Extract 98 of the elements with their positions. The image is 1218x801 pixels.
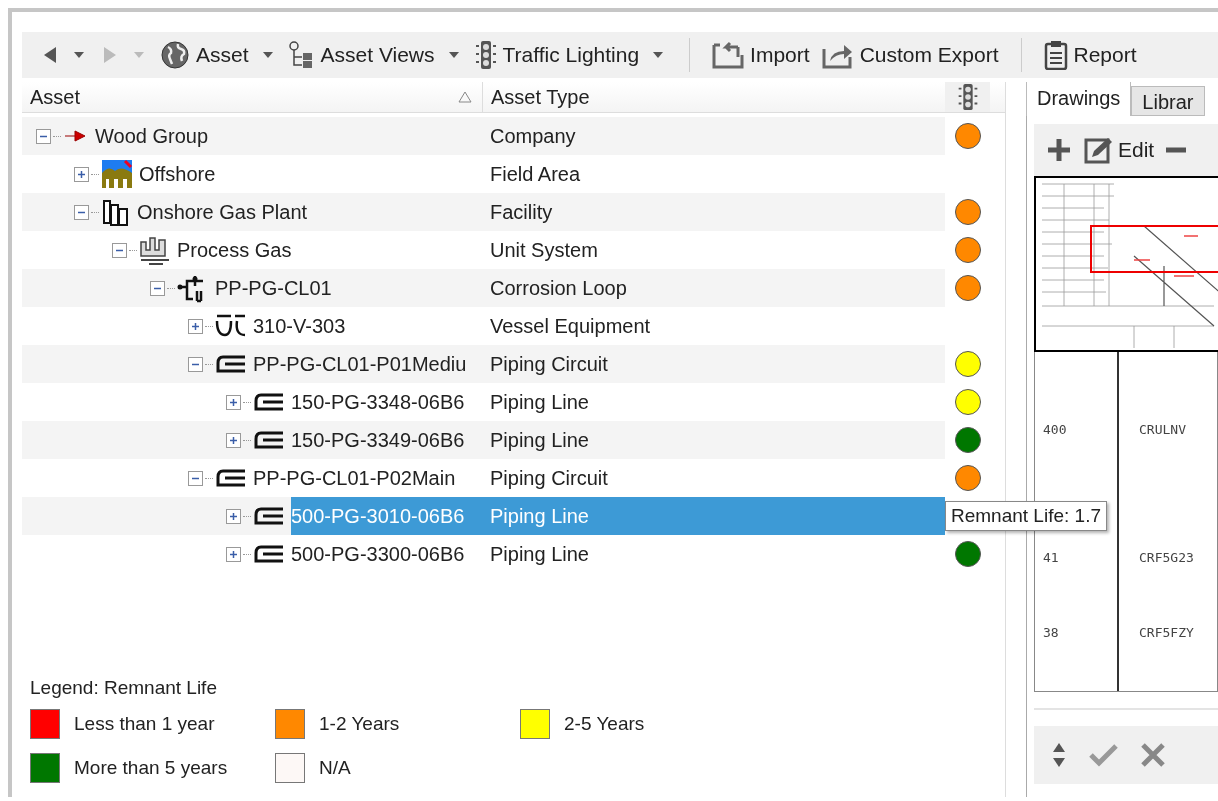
- asset-name: 310-V-303: [253, 313, 347, 339]
- asset-name: 150-PG-3348-06B6: [291, 389, 466, 415]
- drawing-label: CRF5G23: [1139, 550, 1194, 565]
- tree-row[interactable]: PP-PG-CL01 Corrosion Loop: [22, 269, 945, 307]
- tree-row[interactable]: 500-PG-3300-06B6 Piping Line: [22, 535, 945, 573]
- tab[interactable]: Librar: [1131, 86, 1205, 116]
- tab[interactable]: Drawings: [1026, 82, 1132, 116]
- asset-type: Piping Line: [482, 497, 945, 535]
- toolbar-button[interactable]: Report: [1039, 36, 1141, 74]
- asset-name: 150-PG-3349-06B6: [291, 427, 466, 453]
- expand-toggle[interactable]: [74, 204, 89, 220]
- clipboard-icon: [1043, 40, 1068, 70]
- asset-name: Offshore: [139, 161, 217, 187]
- tree-row[interactable]: Onshore Gas Plant Facility: [22, 193, 945, 231]
- drawing-label: 400: [1042, 422, 1068, 437]
- asset-type: Facility: [489, 199, 554, 225]
- asset-type: Piping Line: [489, 427, 590, 453]
- drawing-label: 41: [1042, 550, 1060, 565]
- asset-type: Unit System: [489, 237, 599, 263]
- tree-row[interactable]: 310-V-303 Vessel Equipment: [22, 307, 945, 345]
- caret-icon: [653, 52, 664, 58]
- edit-icon: [1084, 136, 1114, 164]
- expand-toggle[interactable]: [188, 470, 203, 486]
- pipe-icon: [253, 505, 285, 527]
- legend-title: Legend: Remnant Life: [30, 677, 218, 699]
- tooltip: Remnant Life: 1.7: [945, 501, 1107, 531]
- asset-type: Piping Line: [489, 541, 590, 567]
- tree-row[interactable]: Wood Group Company: [22, 117, 945, 155]
- expand-toggle[interactable]: [150, 280, 165, 296]
- caret-icon: [134, 52, 144, 58]
- caret-icon: [74, 52, 84, 58]
- caret-icon: [262, 52, 273, 58]
- pipe-icon: [253, 429, 285, 451]
- asset-name: Wood Group: [95, 123, 210, 149]
- traffic-light-icon[interactable]: [956, 83, 979, 111]
- legend-label: Less than 1 year: [74, 713, 215, 735]
- asset-type: Piping Line: [489, 389, 590, 415]
- toolbar-button[interactable]: Asset: [156, 36, 253, 74]
- vessel-icon: [215, 313, 247, 339]
- drawing-label: CRF5FZY: [1139, 625, 1194, 640]
- expand-toggle[interactable]: [226, 432, 241, 448]
- expand-toggle[interactable]: [36, 128, 51, 144]
- expand-toggle[interactable]: [74, 166, 89, 182]
- expand-toggle[interactable]: [226, 546, 241, 562]
- asset-name: PP-PG-CL01: [215, 275, 333, 301]
- pipe-icon: [253, 391, 285, 413]
- asset-name: 500-PG-3300-06B6: [291, 541, 466, 567]
- expand-toggle[interactable]: [112, 242, 127, 258]
- tree-row[interactable]: 150-PG-3348-06B6 Piping Line: [22, 383, 945, 421]
- reorder-icon[interactable]: [1052, 742, 1066, 768]
- hierarchy-icon: [288, 41, 315, 69]
- expand-toggle[interactable]: [226, 508, 241, 524]
- asset-name: 500-PG-3010-06B6: [291, 497, 482, 535]
- asset-name: PP-PG-CL01-P01Mediu: [253, 351, 468, 377]
- left-arrow-icon: [42, 46, 58, 64]
- pipe-icon: [253, 543, 285, 565]
- legend-label: More than 5 years: [74, 757, 228, 779]
- right-arrow-icon: [102, 46, 118, 64]
- close-icon[interactable]: [1140, 742, 1166, 768]
- field-icon: [101, 159, 133, 189]
- asset-type: Piping Circuit: [489, 465, 609, 491]
- asset-type: Corrosion Loop: [489, 275, 628, 301]
- plant-icon: [139, 234, 171, 266]
- tree-row[interactable]: 150-PG-3349-06B6 Piping Line: [22, 421, 945, 459]
- asset-type: Vessel Equipment: [489, 313, 652, 339]
- tree-row[interactable]: Process Gas Unit System: [22, 231, 945, 269]
- toolbar-button[interactable]: Asset Views: [284, 37, 439, 73]
- asset-name: Onshore Gas Plant: [137, 199, 309, 225]
- add-icon[interactable]: [1046, 137, 1072, 163]
- asset-type: Field Area: [489, 161, 582, 187]
- caret-icon: [448, 52, 459, 58]
- legend-label: N/A: [319, 757, 351, 779]
- expand-toggle[interactable]: [188, 356, 203, 372]
- toolbar-button[interactable]: Traffic Lighting: [470, 36, 644, 74]
- drawing-label: CRULNV: [1139, 422, 1186, 437]
- asset-name: Process Gas: [177, 237, 293, 263]
- edit-button[interactable]: Edit: [1084, 136, 1155, 164]
- asset-name: PP-PG-CL01-P02Main: [253, 465, 457, 491]
- asset-type: Piping Circuit: [489, 351, 609, 377]
- legend-label: 1-2 Years: [319, 713, 400, 735]
- legend-label: 2-5 Years: [564, 713, 645, 735]
- tree-row[interactable]: Offshore Field Area: [22, 155, 945, 193]
- toolbar-button[interactable]: Custom Export: [817, 37, 1003, 73]
- tree-row[interactable]: PP-PG-CL01-P02Main Piping Circuit: [22, 459, 945, 497]
- expand-toggle[interactable]: [188, 318, 203, 334]
- pipe-icon: [215, 353, 247, 375]
- column-header[interactable]: Asset: [22, 82, 482, 112]
- pipe-icon: [215, 467, 247, 489]
- toolbar-button[interactable]: Import: [708, 37, 814, 73]
- asset-type: Company: [489, 123, 577, 149]
- globe-icon: [160, 40, 190, 70]
- check-icon[interactable]: [1088, 743, 1118, 767]
- import-icon: [712, 41, 745, 69]
- expand-toggle[interactable]: [226, 394, 241, 410]
- tree-row[interactable]: PP-PG-CL01-P01Mediu Piping Circuit: [22, 345, 945, 383]
- tanks-icon: [101, 197, 131, 227]
- traffic-light-icon: [474, 40, 497, 70]
- drawing-label: 38: [1042, 625, 1060, 640]
